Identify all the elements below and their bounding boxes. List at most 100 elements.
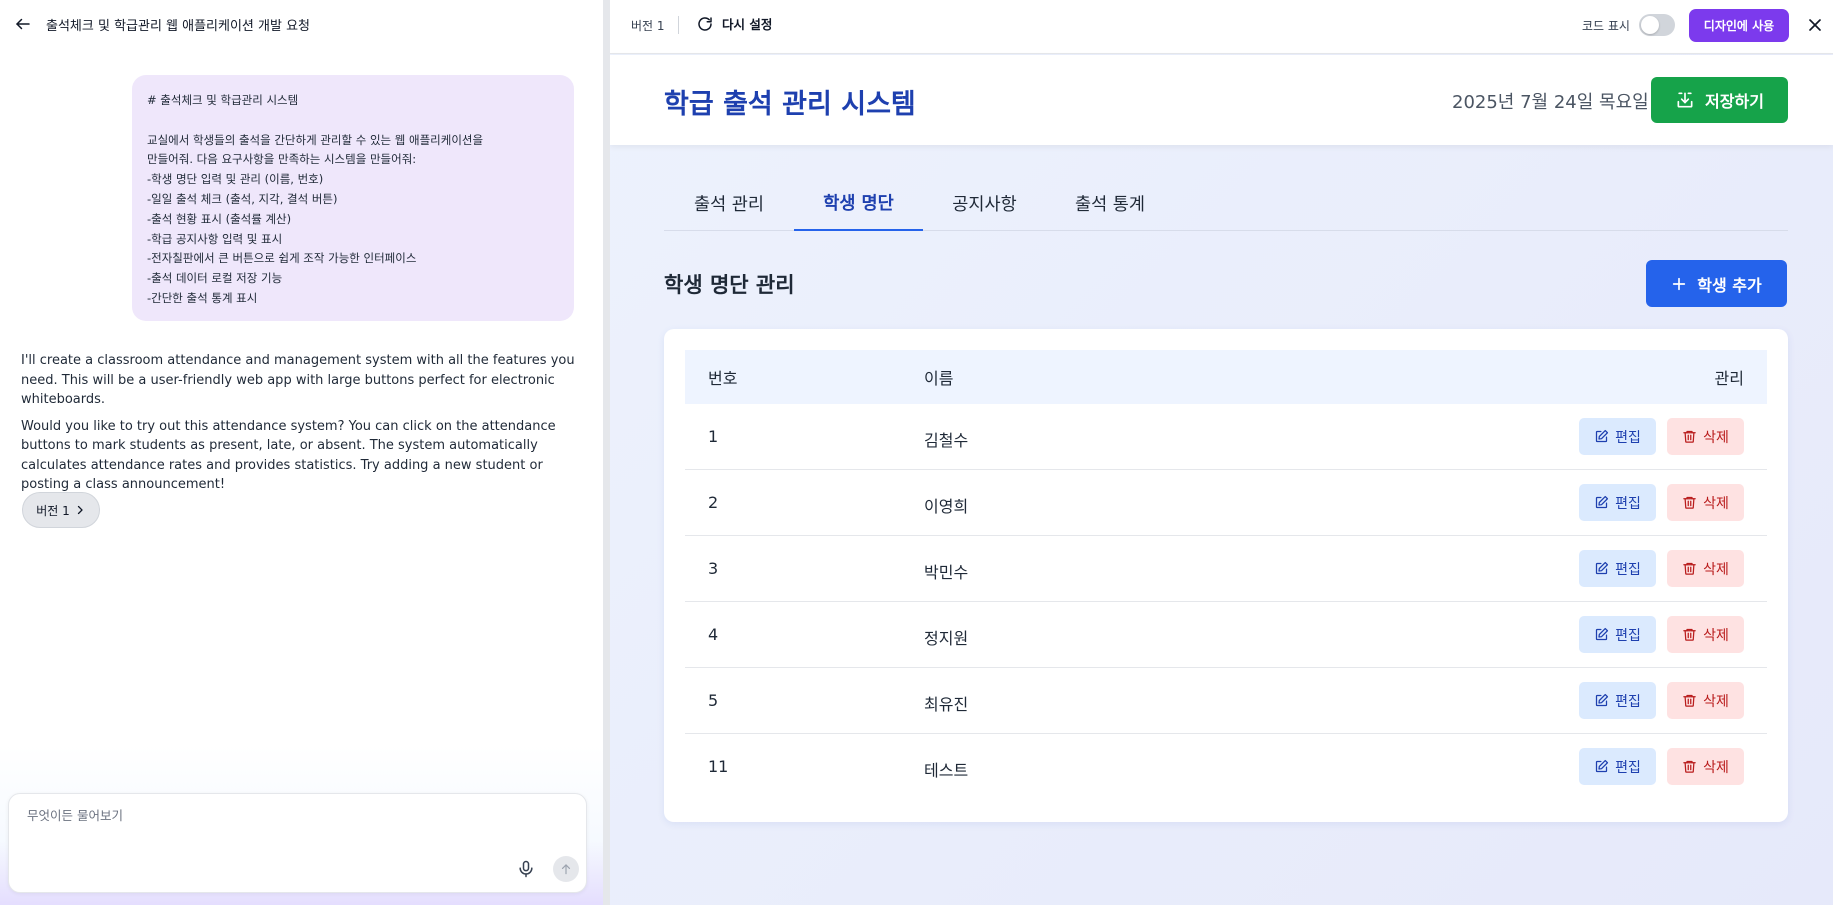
edit-label: 편집 bbox=[1615, 627, 1641, 644]
user-message-line: -일일 출석 체크 (출석, 지각, 결석 버튼) bbox=[147, 191, 338, 206]
edit-button[interactable]: 편집 bbox=[1579, 418, 1656, 455]
delete-button[interactable]: 삭제 bbox=[1667, 616, 1744, 653]
edit-button[interactable]: 편집 bbox=[1579, 484, 1656, 521]
chat-input-box bbox=[8, 793, 587, 893]
microphone-icon[interactable] bbox=[516, 858, 536, 880]
app-title: 학급 출석 관리 시스템 bbox=[664, 89, 916, 120]
student-table: 번호 이름 관리 1 김철수 편집 삭제 2 이영희 편집 삭제 3 박민수 편집 삭제 4 정지원 편집 삭… bbox=[685, 350, 1767, 800]
pencil-square-icon bbox=[1595, 561, 1609, 575]
table-row: 5 최유진 편집 삭제 bbox=[685, 668, 1767, 734]
add-student-label: 학생 추가 bbox=[1697, 275, 1762, 295]
header-manage: 관리 bbox=[1714, 369, 1744, 388]
delete-label: 삭제 bbox=[1703, 495, 1729, 512]
student-number: 3 bbox=[708, 559, 719, 578]
pencil-square-icon bbox=[1595, 495, 1609, 509]
tab-notices[interactable]: 공지사항 bbox=[923, 176, 1046, 231]
chevron-right-icon bbox=[77, 505, 83, 515]
preview-toolbar: 버전 1 다시 설정 코드 표시 디자인에 사용 bbox=[610, 0, 1833, 54]
table-row: 4 정지원 편집 삭제 bbox=[685, 602, 1767, 668]
delete-button[interactable]: 삭제 bbox=[1667, 418, 1744, 455]
plus-icon bbox=[1673, 277, 1686, 290]
student-number: 5 bbox=[708, 691, 719, 710]
use-design-button[interactable]: 디자인에 사용 bbox=[1689, 9, 1789, 42]
version-label[interactable]: 버전 1 bbox=[631, 17, 665, 34]
user-message-line: -전자칠판에서 큰 버튼으로 쉽게 조작 가능한 인터페이스 bbox=[147, 251, 417, 266]
edit-label: 편집 bbox=[1615, 759, 1641, 776]
user-message-line: -학급 공지사항 입력 및 표시 bbox=[147, 231, 283, 246]
panel-divider[interactable] bbox=[603, 0, 610, 905]
delete-label: 삭제 bbox=[1703, 429, 1729, 446]
table-row: 3 박민수 편집 삭제 bbox=[685, 536, 1767, 602]
code-toggle[interactable] bbox=[1639, 14, 1675, 36]
chat-header: 출석체크 및 학급관리 웹 애플리케이션 개발 요청 bbox=[0, 0, 603, 48]
download-icon bbox=[1677, 92, 1693, 108]
tab-bar: 출석 관리 학생 명단 공지사항 출석 통계 bbox=[664, 176, 1788, 231]
student-name: 테스트 bbox=[924, 761, 969, 780]
trash-icon bbox=[1683, 430, 1696, 443]
tab-statistics[interactable]: 출석 통계 bbox=[1046, 176, 1174, 231]
save-label: 저장하기 bbox=[1705, 92, 1764, 111]
version-chip-label: 버전 1 bbox=[36, 503, 70, 518]
send-button[interactable] bbox=[553, 856, 579, 882]
delete-button[interactable]: 삭제 bbox=[1667, 550, 1744, 587]
student-name: 이영희 bbox=[924, 497, 969, 516]
delete-label: 삭제 bbox=[1703, 759, 1729, 776]
student-number: 11 bbox=[708, 757, 729, 776]
app-date: 2025년 7월 24일 목요일 bbox=[1452, 92, 1649, 113]
edit-label: 편집 bbox=[1615, 495, 1641, 512]
close-icon[interactable] bbox=[1805, 15, 1825, 35]
version-chip[interactable]: 버전 1 bbox=[22, 492, 100, 528]
student-name: 박민수 bbox=[924, 563, 969, 582]
table-row: 1 김철수 편집 삭제 bbox=[685, 404, 1767, 470]
student-number: 1 bbox=[708, 427, 719, 446]
user-message-line: -간단한 출석 통계 표시 bbox=[147, 290, 258, 305]
trash-icon bbox=[1683, 760, 1696, 773]
app-header: 학급 출석 관리 시스템 2025년 7월 24일 목요일 저장하기 bbox=[610, 55, 1833, 145]
code-toggle-label: 코드 표시 bbox=[1582, 19, 1630, 33]
edit-button[interactable]: 편집 bbox=[1579, 550, 1656, 587]
table-header: 번호 이름 관리 bbox=[685, 350, 1767, 404]
user-message-line: 교실에서 학생들의 출석을 간단하게 관리할 수 있는 웹 애플리케이션을 bbox=[147, 132, 484, 147]
pencil-square-icon bbox=[1595, 759, 1609, 773]
toolbar-separator bbox=[678, 16, 679, 34]
trash-icon bbox=[1683, 562, 1696, 575]
arrow-left-icon[interactable] bbox=[14, 15, 32, 33]
toggle-knob bbox=[1641, 16, 1659, 34]
chat-input[interactable] bbox=[27, 808, 527, 823]
trash-icon bbox=[1683, 496, 1696, 509]
edit-button[interactable]: 편집 bbox=[1579, 682, 1656, 719]
user-message-line: -학생 명단 입력 및 관리 (이름, 번호) bbox=[147, 172, 324, 187]
student-name: 김철수 bbox=[924, 431, 969, 450]
table-body: 1 김철수 편집 삭제 2 이영희 편집 삭제 3 박민수 편집 삭제 4 정지원 편집 삭제 5 최유진 편집 삭제… bbox=[685, 404, 1767, 800]
user-message-line: # 출석체크 및 학급관리 시스템 bbox=[147, 93, 299, 107]
pencil-square-icon bbox=[1595, 429, 1609, 443]
delete-button[interactable]: 삭제 bbox=[1667, 748, 1744, 785]
student-number: 4 bbox=[708, 625, 719, 644]
tab-student-list[interactable]: 학생 명단 bbox=[794, 176, 923, 231]
delete-label: 삭제 bbox=[1703, 693, 1729, 710]
add-student-button[interactable]: 학생 추가 bbox=[1646, 260, 1787, 307]
delete-button[interactable]: 삭제 bbox=[1667, 484, 1744, 521]
trash-icon bbox=[1683, 694, 1696, 707]
edit-button[interactable]: 편집 bbox=[1579, 748, 1656, 785]
pencil-square-icon bbox=[1595, 693, 1609, 707]
reset-button[interactable]: 다시 설정 bbox=[696, 14, 772, 33]
reset-label: 다시 설정 bbox=[722, 17, 773, 32]
user-message-line: -출석 데이터 로컬 저장 기능 bbox=[147, 271, 283, 286]
assistant-message: I'll create a classroom attendance and m… bbox=[21, 351, 581, 502]
save-button[interactable]: 저장하기 bbox=[1651, 77, 1788, 123]
edit-label: 편집 bbox=[1615, 693, 1641, 710]
user-message-line: 만들어줘. 다음 요구사항을 만족하는 시스템을 만들어줘: bbox=[147, 152, 417, 167]
delete-label: 삭제 bbox=[1703, 627, 1729, 644]
delete-button[interactable]: 삭제 bbox=[1667, 682, 1744, 719]
edit-button[interactable]: 편집 bbox=[1579, 616, 1656, 653]
header-name: 이름 bbox=[924, 369, 954, 388]
user-message-bubble: # 출석체크 및 학급관리 시스템교실에서 학생들의 출석을 간단하게 관리할 … bbox=[132, 75, 574, 321]
section-title: 학생 명단 관리 bbox=[664, 273, 795, 297]
refresh-icon bbox=[698, 16, 712, 31]
arrow-up-icon bbox=[561, 864, 571, 875]
chat-panel: 출석체크 및 학급관리 웹 애플리케이션 개발 요청 # 출석체크 및 학급관리… bbox=[0, 0, 603, 905]
student-number: 2 bbox=[708, 493, 719, 512]
tab-attendance[interactable]: 출석 관리 bbox=[664, 176, 794, 231]
table-row: 11 테스트 편집 삭제 bbox=[685, 734, 1767, 800]
